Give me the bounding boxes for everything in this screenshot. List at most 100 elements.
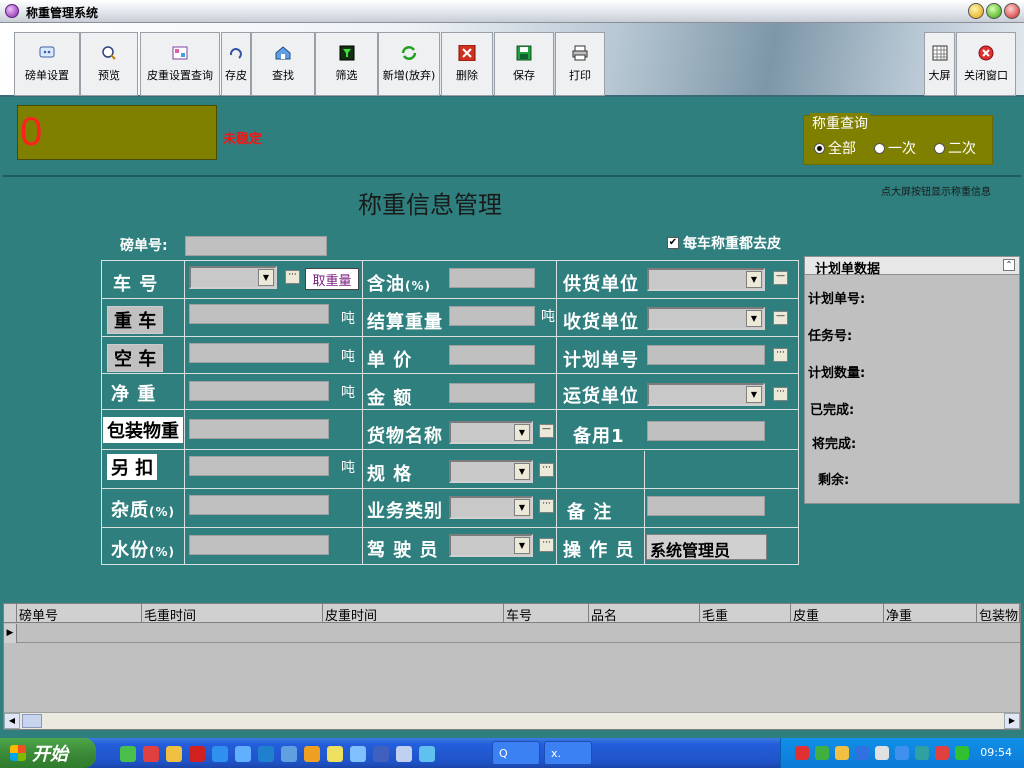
- ie-icon[interactable]: [212, 746, 228, 762]
- quicklaunch-icon[interactable]: [120, 746, 136, 762]
- carrier-more-button[interactable]: ···: [773, 387, 788, 401]
- package-weight-button[interactable]: 包装物重: [103, 417, 183, 443]
- business-type-more-button[interactable]: ···: [539, 499, 554, 513]
- empty-weight-field[interactable]: [189, 343, 329, 363]
- floppy-icon: [515, 45, 533, 61]
- maximize-button[interactable]: [986, 3, 1002, 19]
- scroll-left-icon[interactable]: ◀: [4, 713, 20, 729]
- oil-field[interactable]: [449, 268, 535, 288]
- col-tare[interactable]: 皮重: [791, 604, 884, 623]
- save-button[interactable]: 保存: [494, 32, 554, 96]
- supplier-combo[interactable]: ▼: [647, 268, 765, 291]
- operator-field[interactable]: 系统管理员: [646, 534, 767, 560]
- quicklaunch-icon[interactable]: [373, 746, 389, 762]
- quicklaunch-icon[interactable]: [281, 746, 297, 762]
- moisture-field[interactable]: [189, 535, 329, 555]
- dropdown-arrow-icon: ▼: [514, 499, 530, 516]
- quicklaunch-icon[interactable]: [189, 746, 205, 762]
- tare-settings-query-button[interactable]: 皮重设置查询: [140, 32, 220, 96]
- print-button[interactable]: 打印: [555, 32, 605, 96]
- col-net[interactable]: 净重: [884, 604, 977, 623]
- tray-icon[interactable]: [895, 746, 909, 760]
- radio-second[interactable]: 二次: [934, 138, 976, 158]
- unit-price-field[interactable]: [449, 345, 535, 365]
- settle-weight-field[interactable]: [449, 306, 535, 326]
- empty-truck-button[interactable]: 空 车: [107, 344, 164, 372]
- extra-deduct-button[interactable]: 另 扣: [107, 454, 158, 480]
- scroll-right-icon[interactable]: ▶: [1004, 713, 1020, 729]
- impurity-field[interactable]: [189, 495, 329, 515]
- plate-combo[interactable]: ▼: [189, 266, 277, 289]
- driver-combo[interactable]: ▼: [449, 534, 533, 557]
- quicklaunch-icon[interactable]: [396, 746, 412, 762]
- shield-icon[interactable]: [955, 746, 969, 760]
- horizontal-scrollbar[interactable]: ◀ ▶: [4, 712, 1020, 729]
- driver-more-button[interactable]: ···: [539, 538, 554, 552]
- remark-field[interactable]: [647, 496, 765, 516]
- col-gross[interactable]: 毛重: [700, 604, 791, 623]
- carrier-combo[interactable]: ▼: [647, 383, 765, 406]
- quicklaunch-icon[interactable]: [350, 746, 366, 762]
- collapse-icon[interactable]: ⌃: [1003, 259, 1015, 271]
- net-weight-field[interactable]: [189, 381, 329, 401]
- plan-no-more-button[interactable]: ···: [773, 348, 788, 362]
- filter-button[interactable]: 筛选: [315, 32, 378, 96]
- business-type-combo[interactable]: ▼: [449, 496, 533, 519]
- goods-name-combo[interactable]: ▼: [449, 421, 533, 444]
- start-button[interactable]: 开始: [0, 738, 96, 768]
- tray-icon[interactable]: [875, 746, 889, 760]
- heavy-weight-field[interactable]: [189, 304, 329, 324]
- tray-icon[interactable]: [855, 746, 869, 760]
- goods-more-button[interactable]: —: [539, 424, 554, 438]
- spec-combo[interactable]: ▼: [449, 460, 533, 483]
- spec-more-button[interactable]: ···: [539, 463, 554, 477]
- close-window-button[interactable]: [1004, 3, 1020, 19]
- weighbill-settings-button[interactable]: 磅单设置: [14, 32, 80, 96]
- tray-icon[interactable]: [835, 746, 849, 760]
- take-weight-button[interactable]: 取重量: [305, 268, 359, 290]
- col-weighbill-no[interactable]: 磅单号: [17, 604, 142, 623]
- quicklaunch-icon[interactable]: [235, 746, 251, 762]
- qq-icon[interactable]: [327, 746, 343, 762]
- minimize-button[interactable]: [968, 3, 984, 19]
- quicklaunch-icon[interactable]: [419, 746, 435, 762]
- col-gross-time[interactable]: 毛重时间: [142, 604, 323, 623]
- tray-icon[interactable]: [935, 746, 949, 760]
- radio-all[interactable]: 全部: [814, 138, 856, 158]
- col-package[interactable]: 包装物: [977, 604, 1020, 623]
- plan-no-field[interactable]: [647, 345, 765, 365]
- quicklaunch-icon[interactable]: [166, 746, 182, 762]
- scroll-thumb[interactable]: [22, 714, 42, 728]
- save-tare-button[interactable]: 存皮: [221, 32, 251, 96]
- big-screen-button[interactable]: 大屏: [924, 32, 955, 96]
- col-product[interactable]: 品名: [589, 604, 700, 623]
- delete-button[interactable]: 删除: [441, 32, 493, 96]
- package-weight-field[interactable]: [189, 419, 329, 439]
- supplier-more-button[interactable]: —: [773, 271, 788, 285]
- heavy-truck-button[interactable]: 重 车: [107, 306, 164, 334]
- quicklaunch-icon[interactable]: [258, 746, 274, 762]
- task-button[interactable]: Q: [492, 741, 540, 765]
- tray-icon[interactable]: [815, 746, 829, 760]
- add-cancel-button[interactable]: 新增(放弃): [378, 32, 440, 96]
- quicklaunch-icon[interactable]: [143, 746, 159, 762]
- tare-every-weigh-checkbox[interactable]: ✔ 每车称重都去皮: [667, 233, 781, 253]
- radio-first[interactable]: 一次: [874, 138, 916, 158]
- receiver-combo[interactable]: ▼: [647, 307, 765, 330]
- receiver-more-button[interactable]: —: [773, 311, 788, 325]
- tray-icon[interactable]: [795, 746, 809, 760]
- weighbill-no-field[interactable]: [185, 236, 327, 256]
- quicklaunch-icon[interactable]: [304, 746, 320, 762]
- task-button[interactable]: x.: [544, 741, 592, 765]
- amount-field[interactable]: [449, 383, 535, 403]
- extra-deduct-field[interactable]: [189, 456, 329, 476]
- table-row[interactable]: ▶: [4, 624, 1020, 643]
- col-tare-time[interactable]: 皮重时间: [323, 604, 504, 623]
- col-plate[interactable]: 车号: [504, 604, 589, 623]
- plate-more-button[interactable]: ···: [285, 270, 300, 284]
- find-button[interactable]: 查找: [251, 32, 315, 96]
- spare1-field[interactable]: [647, 421, 765, 441]
- close-form-button[interactable]: 关闭窗口: [956, 32, 1016, 96]
- tray-icon[interactable]: [915, 746, 929, 760]
- preview-button[interactable]: 预览: [80, 32, 138, 96]
